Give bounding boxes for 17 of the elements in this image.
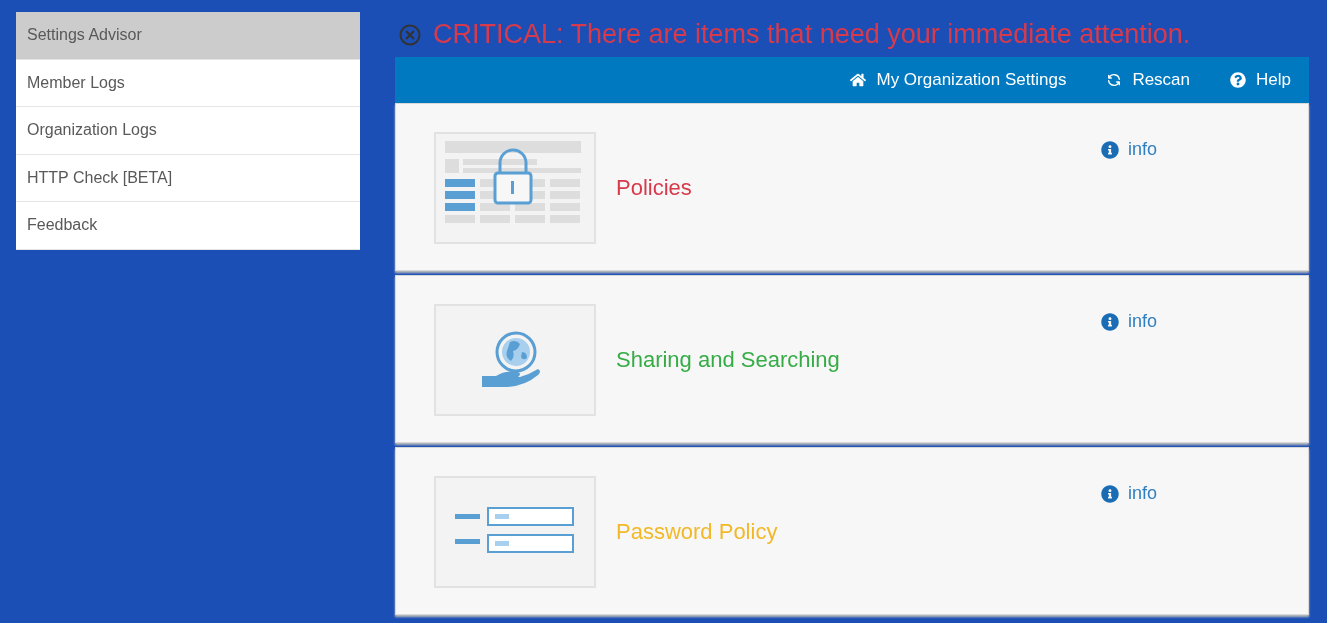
refresh-icon — [1106, 72, 1123, 88]
info-link[interactable]: info — [1101, 136, 1158, 163]
close-circle-icon — [399, 23, 421, 46]
toolbar-link[interactable]: Help — [1230, 67, 1291, 93]
critical-alert-text: CRITICAL: There are items that need your immediate attention. — [433, 18, 1191, 52]
info-icon — [1101, 140, 1119, 159]
sidebar-item[interactable]: Settings Advisor — [16, 12, 360, 60]
category-title[interactable]: Policies — [616, 170, 692, 204]
info-icon — [1101, 484, 1119, 503]
home-icon — [850, 72, 867, 88]
toolbar-link[interactable]: My Organization Settings — [850, 67, 1067, 93]
info-icon — [1101, 312, 1119, 331]
info-link[interactable]: info — [1101, 480, 1158, 507]
help-icon — [1230, 72, 1247, 88]
info-link[interactable]: info — [1101, 308, 1158, 335]
toolbar-link[interactable]: Rescan — [1106, 67, 1191, 93]
category-title[interactable]: Sharing and Searching — [616, 342, 840, 376]
